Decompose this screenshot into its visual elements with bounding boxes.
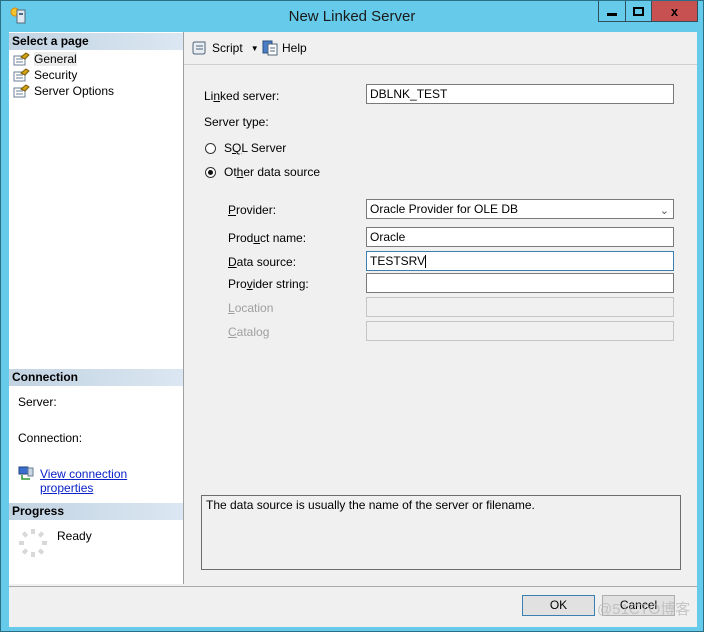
page-item-server-options[interactable]: Server Options (13, 83, 114, 99)
progress-header: Progress (9, 503, 183, 520)
connection-label: Connection: (18, 431, 83, 445)
product-name-input[interactable]: Oracle (366, 227, 674, 247)
radio-other-data-source[interactable]: Other data source (205, 165, 320, 179)
server-type-label: Server type: (204, 115, 269, 129)
linked-server-input[interactable]: DBLNK_TEST (366, 84, 674, 104)
provider-string-input[interactable] (366, 273, 674, 293)
view-connection-properties-link[interactable]: View connection properties (40, 467, 183, 495)
location-input (366, 297, 674, 317)
provider-value: Oracle Provider for OLE DB (370, 202, 519, 216)
radio-label: SQL Server (224, 141, 287, 155)
provider-select[interactable]: Oracle Provider for OLE DB ⌄ (366, 199, 674, 219)
location-label: Location (228, 301, 274, 315)
minimize-icon (607, 12, 617, 16)
radio-sql-server[interactable]: SQL Server (205, 141, 286, 155)
dialog-window: New Linked Server x Select a page Genera… (0, 0, 704, 632)
catalog-input (366, 321, 674, 341)
left-pane: Select a page General Security Server Op… (9, 32, 184, 584)
description-box: The data source is usually the name of t… (201, 495, 681, 570)
text-cursor (425, 255, 427, 269)
page-item-label: General (34, 52, 77, 66)
progress-spinner-icon (19, 529, 47, 557)
help-button[interactable]: Help (262, 40, 307, 56)
title-bar: New Linked Server x (1, 1, 703, 31)
script-icon (192, 41, 206, 55)
script-label: Script (212, 41, 243, 55)
chevron-down-icon: ⌄ (659, 205, 669, 217)
product-name-label: Product name: (228, 231, 307, 245)
data-source-value: TESTSRV (370, 254, 426, 268)
progress-status: Ready (57, 529, 92, 543)
dialog-client: Select a page General Security Server Op… (9, 32, 697, 587)
linked-server-label: Linked server: (204, 89, 280, 103)
radio-circle (205, 142, 216, 154)
help-icon (262, 40, 278, 56)
page-wrench-icon (13, 68, 30, 82)
page-item-label: Security (34, 68, 78, 82)
watermark: @51CTO博客 (597, 601, 691, 618)
connection-properties-icon (18, 466, 34, 480)
ok-button[interactable]: OK (522, 595, 595, 616)
button-bar: OK Cancel (9, 587, 697, 627)
help-label: Help (282, 41, 307, 55)
maximize-icon (633, 6, 644, 16)
page-item-general[interactable]: General (13, 51, 77, 67)
provider-label: Provider: (228, 203, 277, 217)
close-button[interactable]: x (651, 1, 698, 22)
close-icon: x (670, 3, 679, 19)
page-item-security[interactable]: Security (13, 67, 77, 83)
minimize-button[interactable] (598, 1, 626, 22)
radio-label: Other data source (224, 165, 321, 179)
radio-circle-selected (205, 166, 216, 178)
maximize-button[interactable] (625, 1, 652, 22)
select-page-header: Select a page (9, 33, 183, 50)
connection-header: Connection (9, 369, 183, 386)
catalog-label: Catalog (228, 325, 270, 339)
page-wrench-icon (13, 84, 30, 98)
main-pane: Script ▼ Help Linked server: DBLNK_TEST … (184, 32, 697, 584)
data-source-input[interactable]: TESTSRV (366, 251, 674, 271)
page-item-label: Server Options (34, 84, 115, 98)
provider-string-label: Provider string: (228, 277, 309, 291)
script-dropdown-arrow-icon[interactable]: ▼ (251, 44, 259, 53)
toolbar: Script ▼ Help (184, 32, 697, 65)
script-button[interactable]: Script ▼ (192, 40, 259, 56)
data-source-label: Data source: (228, 255, 297, 269)
server-label: Server: (18, 395, 57, 409)
page-wrench-icon (13, 52, 30, 66)
